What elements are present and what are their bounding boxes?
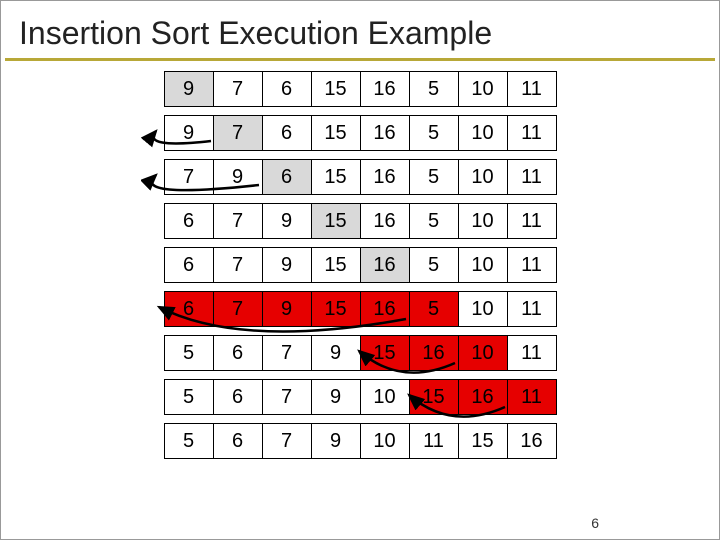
table-cell: 10 [458,115,508,151]
table-cell: 5 [409,291,459,327]
table-cell: 15 [409,379,459,415]
table-cell: 11 [409,423,459,459]
table-cell: 15 [311,71,361,107]
table-cell: 6 [164,247,214,283]
table-row: 976151651011 [164,115,557,151]
table-cell: 9 [311,379,361,415]
table-cell: 6 [213,423,263,459]
table-row: 679151651011 [164,291,557,327]
table-cell: 16 [360,115,410,151]
table-cell: 15 [360,335,410,371]
table-cell: 11 [507,71,557,107]
table-cell: 11 [507,159,557,195]
table-cell: 5 [409,247,459,283]
table-row: 567910111516 [164,423,557,459]
table-cell: 11 [507,203,557,239]
table-row: 976151651011 [164,71,557,107]
table-row: 679151651011 [164,247,557,283]
table-cell: 6 [164,203,214,239]
table-cell: 11 [507,379,557,415]
table-cell: 9 [262,247,312,283]
table-cell: 5 [164,379,214,415]
table-row: 567910151611 [164,379,557,415]
table-cell: 7 [213,291,263,327]
table-cell: 11 [507,247,557,283]
table-cell: 7 [213,71,263,107]
table-cell: 10 [458,159,508,195]
table-cell: 10 [458,247,508,283]
table-row: 796151651011 [164,159,557,195]
table-cell: 7 [262,379,312,415]
table-cell: 6 [262,159,312,195]
table-cell: 16 [360,247,410,283]
table-cell: 16 [360,159,410,195]
table-cell: 16 [507,423,557,459]
table-cell: 11 [507,291,557,327]
table-cell: 9 [311,423,361,459]
table-cell: 16 [458,379,508,415]
table-cell: 5 [409,159,459,195]
table-cell: 11 [507,115,557,151]
page-title: Insertion Sort Execution Example [1,1,719,58]
table-cell: 9 [262,203,312,239]
table-cell: 10 [360,379,410,415]
table-cell: 11 [507,335,557,371]
table-cell: 9 [164,115,214,151]
table-cell: 10 [458,335,508,371]
table-cell: 9 [164,71,214,107]
table-cell: 16 [360,203,410,239]
table-cell: 9 [311,335,361,371]
table-cell: 5 [409,71,459,107]
table-cell: 6 [213,335,263,371]
table-cell: 6 [262,115,312,151]
table-row: 679151651011 [164,203,557,239]
title-underline [5,58,715,61]
table-cell: 10 [360,423,410,459]
table-cell: 7 [262,335,312,371]
table-cell: 10 [458,71,508,107]
table-row: 567915161011 [164,335,557,371]
table-cell: 5 [164,423,214,459]
table-cell: 15 [311,247,361,283]
table-cell: 15 [311,115,361,151]
table-cell: 7 [213,203,263,239]
table-cell: 15 [311,203,361,239]
table-cell: 7 [262,423,312,459]
table-cell: 9 [262,291,312,327]
table-cell: 6 [262,71,312,107]
table-cell: 7 [213,115,263,151]
page-number: 6 [591,515,599,531]
table-cell: 15 [311,159,361,195]
table-cell: 16 [409,335,459,371]
table-cell: 6 [164,291,214,327]
table-cell: 5 [409,115,459,151]
table-cell: 5 [409,203,459,239]
table-cell: 7 [213,247,263,283]
table-cell: 6 [213,379,263,415]
table-cell: 15 [458,423,508,459]
table-cell: 16 [360,71,410,107]
table-cell: 10 [458,203,508,239]
table-cell: 7 [164,159,214,195]
table-cell: 15 [311,291,361,327]
table-cell: 5 [164,335,214,371]
table-cell: 9 [213,159,263,195]
table-cell: 10 [458,291,508,327]
table-cell: 16 [360,291,410,327]
sort-steps-table: 9761516510119761516510117961516510116791… [1,71,719,459]
